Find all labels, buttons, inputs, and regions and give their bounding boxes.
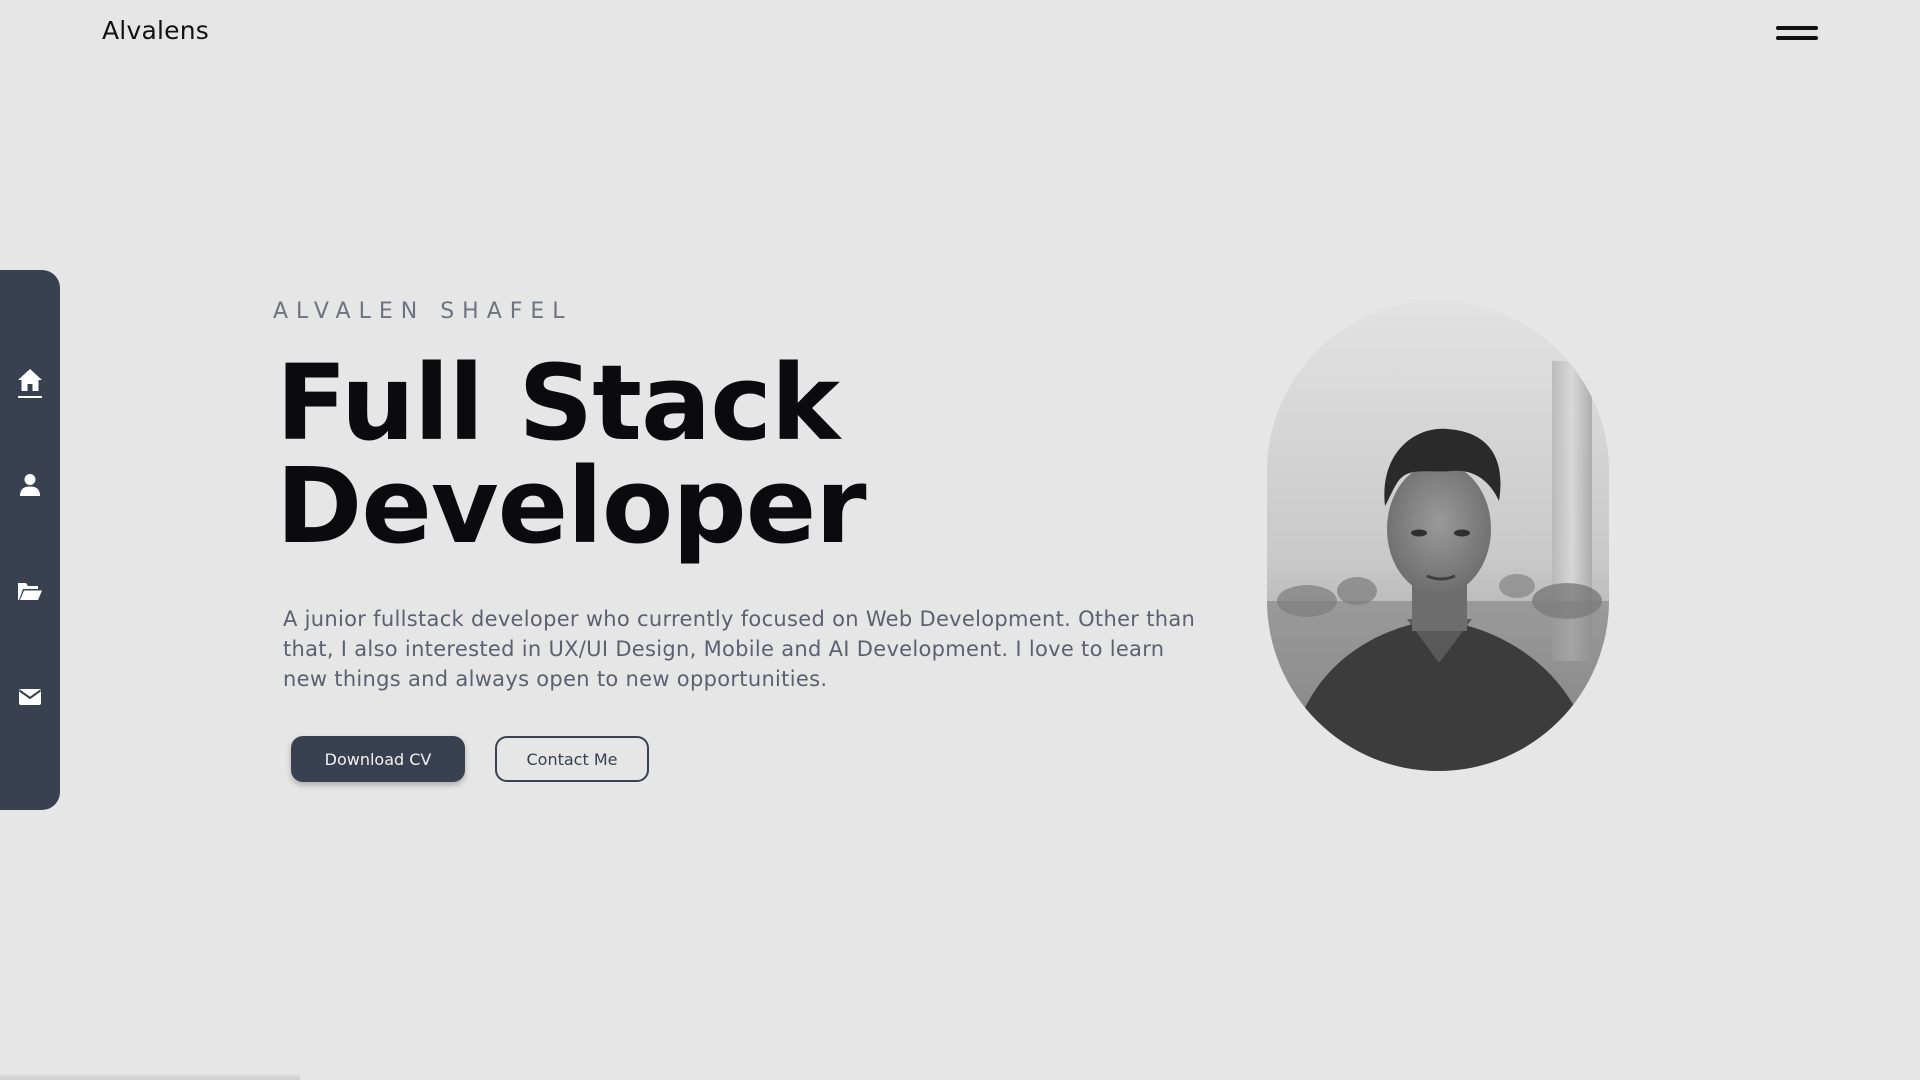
profile-photo — [1267, 301, 1609, 771]
hero-eyebrow-name: ALVALEN SHAFEL — [273, 299, 573, 324]
bottom-shadow — [0, 1074, 300, 1080]
hero-title: Full Stack Developer — [276, 342, 867, 567]
portrait-photo-illustration — [1267, 301, 1609, 771]
contact-me-button[interactable]: Contact Me — [495, 736, 649, 782]
sidebar-item-home[interactable] — [0, 350, 60, 410]
active-indicator — [18, 396, 42, 398]
home-icon — [18, 369, 42, 391]
menu-button[interactable] — [1774, 22, 1820, 46]
sidebar-item-contact[interactable] — [0, 667, 60, 727]
envelope-icon — [18, 689, 42, 705]
hero-title-line2: Developer — [276, 445, 867, 567]
hamburger-icon — [1776, 26, 1818, 30]
brand-logo[interactable]: Alvalens — [102, 16, 209, 45]
sidebar-item-about[interactable] — [0, 455, 60, 515]
hero-title-line1: Full Stack — [276, 342, 840, 464]
download-cv-button[interactable]: Download CV — [291, 736, 465, 782]
hamburger-icon-line — [1776, 36, 1818, 40]
sidebar-nav — [0, 270, 60, 810]
folder-open-icon — [18, 583, 42, 600]
page: Alvalens ALVALEN SHAFEL Full Stack Devel… — [0, 0, 1920, 1080]
sidebar-item-projects[interactable] — [0, 561, 60, 621]
user-icon — [20, 474, 40, 496]
hero-description: A junior fullstack developer who current… — [283, 607, 1196, 691]
